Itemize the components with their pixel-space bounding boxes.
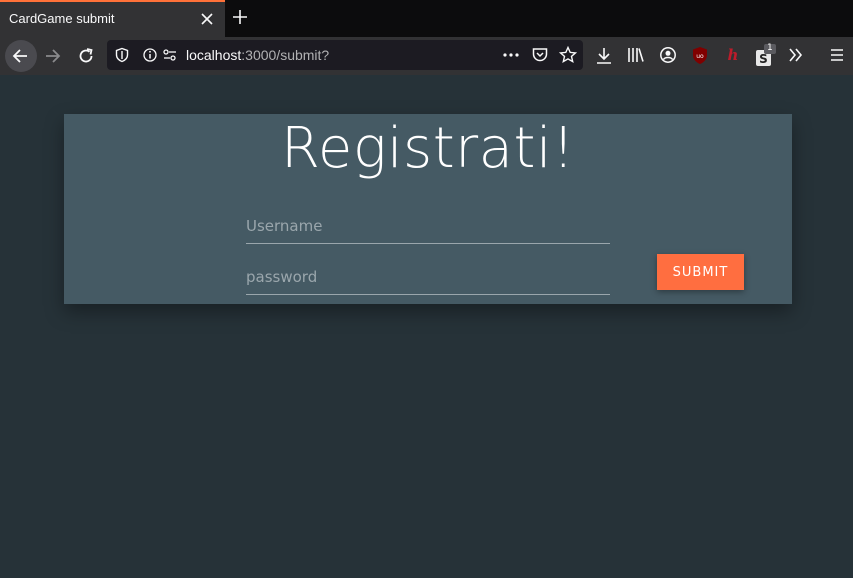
- password-field[interactable]: [246, 255, 610, 294]
- url-host: localhost: [186, 47, 242, 63]
- submit-button[interactable]: SUBMIT: [657, 254, 744, 290]
- ublock-icon[interactable]: uo: [691, 46, 709, 65]
- menu-icon[interactable]: [829, 47, 845, 63]
- extension-badge: 1: [767, 43, 773, 53]
- extension-s-button[interactable]: S 1: [755, 43, 777, 68]
- info-icon[interactable]: [142, 47, 158, 63]
- back-button[interactable]: [5, 40, 37, 72]
- tab-title: CardGame submit: [9, 11, 115, 26]
- url-bar[interactable]: localhost:3000/submit?: [107, 40, 583, 70]
- permissions-icon[interactable]: [162, 47, 178, 63]
- reload-icon[interactable]: [76, 46, 96, 66]
- account-icon[interactable]: [659, 46, 677, 64]
- tab-strip: CardGame submit: [0, 0, 853, 37]
- password-field-wrapper: [246, 255, 610, 295]
- url-text[interactable]: localhost:3000/submit?: [186, 47, 329, 63]
- svg-text:S: S: [759, 52, 768, 66]
- new-tab-icon[interactable]: [231, 8, 249, 26]
- bookmark-star-icon[interactable]: [559, 46, 577, 64]
- library-icon[interactable]: [627, 46, 645, 64]
- svg-text:uo: uo: [696, 53, 704, 60]
- more-icon[interactable]: [502, 47, 520, 63]
- pocket-icon[interactable]: [531, 46, 549, 64]
- nav-toolbar: localhost:3000/submit? uo h S 1: [0, 37, 853, 75]
- back-icon: [12, 49, 27, 63]
- username-field[interactable]: [246, 204, 610, 243]
- download-icon[interactable]: [595, 46, 613, 66]
- hypothesis-icon[interactable]: h: [724, 45, 742, 65]
- register-card: Registrati! SUBMIT: [64, 114, 792, 304]
- forward-icon[interactable]: [42, 46, 62, 66]
- svg-text:h: h: [728, 46, 739, 64]
- url-path: :3000/submit?: [241, 47, 330, 63]
- tab-active[interactable]: CardGame submit: [0, 0, 225, 37]
- overflow-icon[interactable]: [787, 46, 805, 64]
- username-field-wrapper: [246, 204, 610, 244]
- extension-s-icon: S: [756, 44, 776, 66]
- close-icon[interactable]: [199, 11, 215, 27]
- shield-icon[interactable]: [114, 47, 130, 63]
- page-title: Registrati!: [281, 116, 575, 181]
